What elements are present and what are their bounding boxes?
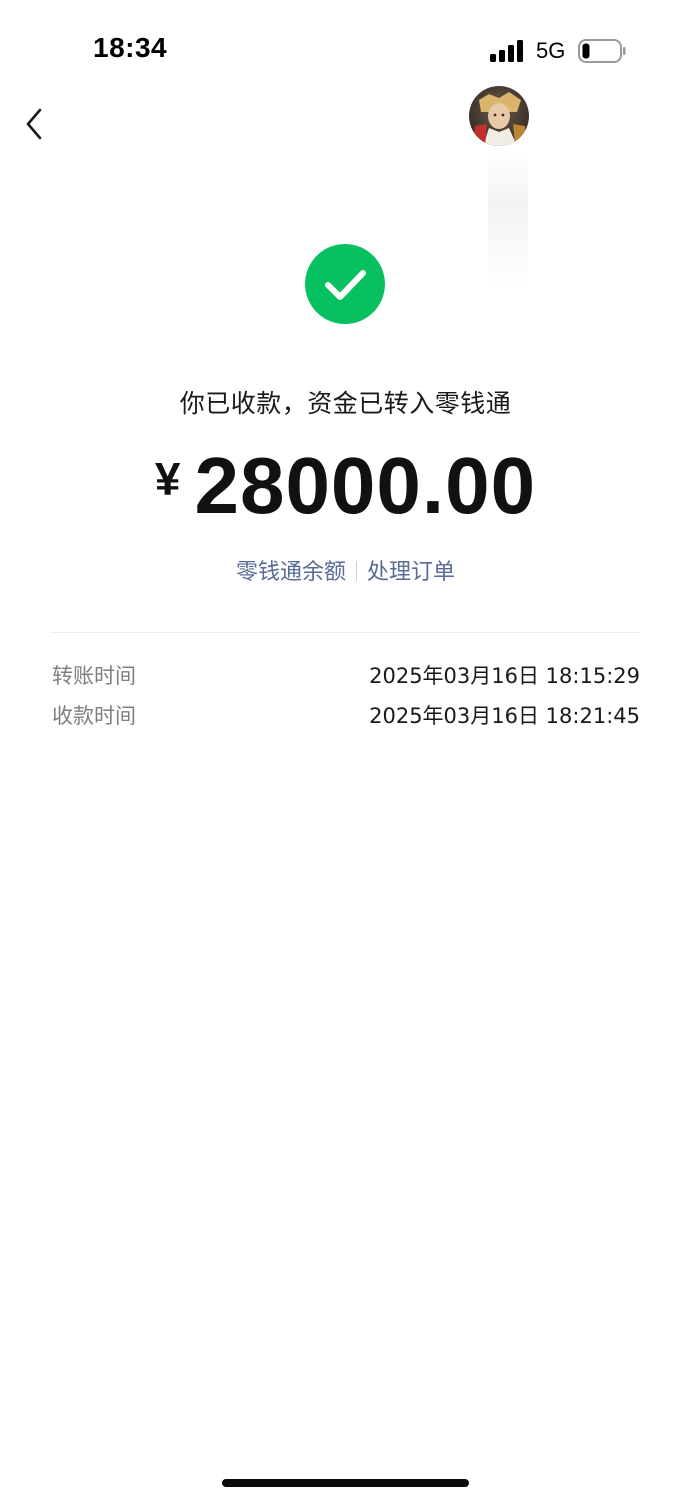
- avatar[interactable]: [469, 86, 529, 146]
- action-links: 零钱通余额 处理订单: [0, 554, 691, 586]
- chevron-left-icon: [26, 108, 42, 140]
- avatar-shadow: [488, 150, 528, 290]
- detail-label: 转账时间: [52, 664, 136, 688]
- back-button[interactable]: [18, 104, 54, 144]
- check-circle-icon: [305, 244, 385, 324]
- currency-symbol: ¥: [154, 453, 181, 505]
- receipt-message: 你已收款，资金已转入零钱通: [179, 389, 512, 418]
- battery-low-icon: [578, 39, 626, 63]
- amount-row: ¥28000.00: [0, 442, 691, 530]
- detail-value: 2025年03月16日 18:21:45: [369, 704, 640, 728]
- signal-bars-icon: [490, 40, 523, 62]
- status-time: 18:34: [93, 32, 168, 63]
- detail-value: 2025年03月16日 18:15:29: [369, 664, 640, 688]
- detail-label: 收款时间: [52, 704, 136, 728]
- network-label: 5G: [536, 38, 566, 63]
- handle-order-link[interactable]: 处理订单: [367, 554, 455, 586]
- detail-row-transfer-time: 转账时间 2025年03月16日 18:15:29: [52, 660, 640, 692]
- home-indicator[interactable]: [222, 1479, 469, 1487]
- amount-value: 28000.00: [194, 441, 537, 530]
- detail-row-receive-time: 收款时间 2025年03月16日 18:21:45: [52, 700, 640, 732]
- link-separator: [356, 561, 357, 581]
- divider: [50, 632, 640, 633]
- balance-link[interactable]: 零钱通余额: [236, 554, 346, 586]
